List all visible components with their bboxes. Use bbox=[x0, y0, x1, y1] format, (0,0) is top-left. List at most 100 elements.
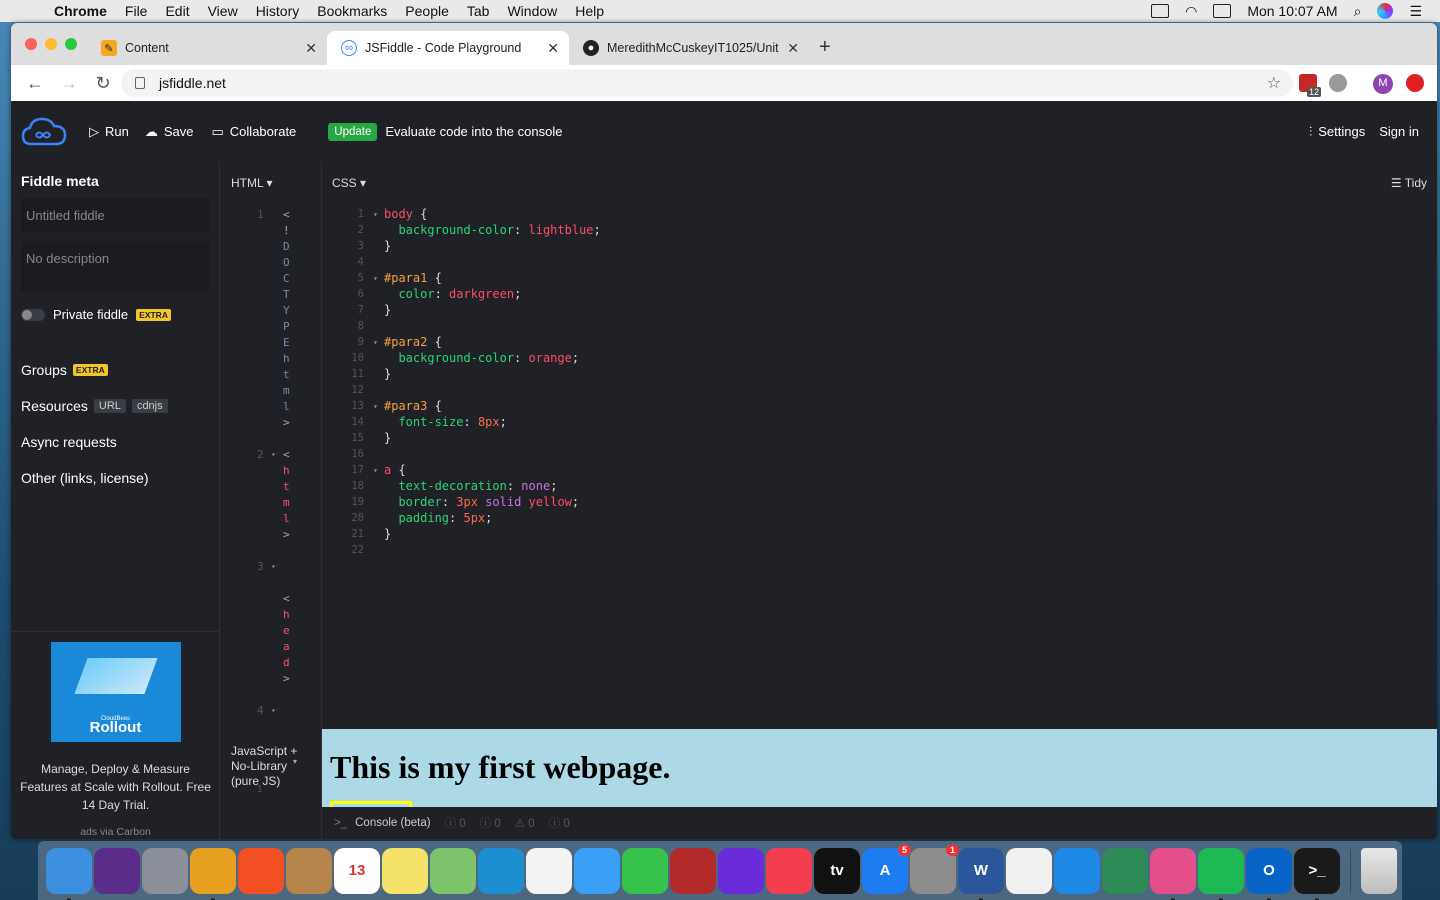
outlook-icon[interactable]: O bbox=[1246, 847, 1292, 900]
spotify-icon[interactable] bbox=[1198, 847, 1244, 900]
fold-arrow-icon[interactable]: ▾ bbox=[271, 562, 276, 571]
battery-icon[interactable] bbox=[1213, 4, 1232, 18]
css-code-line[interactable]: 19 border: 3px solid yellow; bbox=[322, 494, 1437, 510]
clock[interactable]: Mon 10:07 AM bbox=[1247, 3, 1337, 19]
maps-icon[interactable] bbox=[430, 847, 476, 894]
tab-github[interactable]: ● MeredithMcCuskeyIT1025/Unit 6 ✕ bbox=[569, 31, 809, 65]
css-code-line[interactable]: 7} bbox=[322, 302, 1437, 318]
notes-icon[interactable] bbox=[382, 847, 428, 894]
url-pill[interactable]: URL bbox=[93, 399, 126, 413]
fold-arrow-icon[interactable]: ▾ bbox=[373, 399, 378, 415]
css-code-line[interactable]: 3} bbox=[322, 238, 1437, 254]
trash-icon[interactable] bbox=[1361, 847, 1397, 894]
sidebar-item-other[interactable]: Other (links, license) bbox=[21, 460, 219, 496]
extension-bug-icon[interactable] bbox=[1329, 74, 1347, 92]
minimize-window-button[interactable] bbox=[45, 38, 57, 50]
collaborate-button[interactable]: ▭ Collaborate bbox=[212, 124, 297, 140]
run-button[interactable]: ▷ Run bbox=[89, 124, 129, 140]
css-panel-title[interactable]: CSS ▾ bbox=[332, 176, 1437, 190]
messages-icon[interactable] bbox=[574, 847, 620, 894]
fold-arrow-icon[interactable]: ▾ bbox=[373, 271, 378, 287]
photos-icon[interactable] bbox=[526, 847, 572, 894]
sign-in-link[interactable]: Sign in bbox=[1379, 124, 1419, 139]
kindle-icon[interactable] bbox=[478, 847, 524, 894]
menu-bookmarks[interactable]: Bookmarks bbox=[317, 3, 387, 19]
cdnjs-pill[interactable]: cdnjs bbox=[131, 399, 168, 413]
css-code-line[interactable]: 16 bbox=[322, 446, 1437, 462]
css-code-line[interactable]: 1 ▾ body { bbox=[322, 206, 1437, 222]
save-button[interactable]: ☁ Save bbox=[145, 124, 194, 140]
ad-text[interactable]: Manage, Deploy & Measure Features at Sca… bbox=[17, 760, 214, 814]
result-frame[interactable]: This is my first webpage. bbox=[322, 729, 1437, 807]
settings-button[interactable]: ⫶ Settings bbox=[1309, 124, 1365, 140]
menu-view[interactable]: View bbox=[208, 3, 238, 19]
update-badge[interactable]: Update bbox=[328, 122, 378, 141]
close-tab-icon[interactable]: ✕ bbox=[547, 40, 559, 57]
colorpicker-icon[interactable] bbox=[1150, 847, 1196, 900]
facetime-icon[interactable] bbox=[622, 847, 668, 894]
console-bar[interactable]: >_ Console (beta) ⓘ 0 ⓘ 0 ⚠ 0 ⓘ 0 bbox=[322, 807, 1437, 839]
wifi-icon[interactable]: ◠ bbox=[1185, 3, 1197, 20]
siri-menu-icon[interactable] bbox=[1377, 3, 1394, 19]
html-panel[interactable]: HTML ▾ 1 <! D O C T Y P E h t m l >2 ▾ < h t m l >3 ▾ < h e a d >4… bbox=[221, 162, 322, 839]
css-code-line[interactable]: 11} bbox=[322, 366, 1437, 382]
tab-content[interactable]: ✎ Content ✕ bbox=[87, 31, 327, 65]
new-tab-button[interactable]: + bbox=[819, 36, 831, 59]
css-code-line[interactable]: 12 bbox=[322, 382, 1437, 398]
menu-people[interactable]: People bbox=[405, 3, 449, 19]
sidebar-item-groups[interactable]: Groups EXTRA bbox=[21, 352, 219, 388]
extension-update-icon[interactable] bbox=[1406, 74, 1424, 92]
close-tab-icon[interactable]: ✕ bbox=[305, 40, 317, 57]
css-code-line[interactable]: 15} bbox=[322, 430, 1437, 446]
css-code-line[interactable]: 17 ▾ a { bbox=[322, 462, 1437, 478]
css-editor[interactable]: 1 ▾ body {2 background-color: lightblue; 3}… bbox=[322, 206, 1437, 558]
brave-icon[interactable] bbox=[238, 847, 284, 894]
css-code-line[interactable]: 10 background-color: orange; bbox=[322, 350, 1437, 366]
fold-arrow-icon[interactable]: ▾ bbox=[271, 706, 276, 715]
css-code-line[interactable]: 9 ▾ #para2 { bbox=[322, 334, 1437, 350]
systemprefs-icon[interactable]: 1 bbox=[910, 843, 959, 894]
css-code-line[interactable]: 2 background-color: lightblue; bbox=[322, 222, 1437, 238]
appstore-icon[interactable]: A5 bbox=[862, 843, 911, 894]
console-label[interactable]: Console (beta) bbox=[355, 817, 430, 829]
atom-icon[interactable] bbox=[1102, 847, 1148, 894]
css-code-line[interactable]: 5 ▾ #para1 { bbox=[322, 270, 1437, 286]
profile-avatar[interactable]: M bbox=[1373, 74, 1393, 94]
bookmark-star-icon[interactable]: ☆ bbox=[1267, 73, 1281, 93]
css-code-line[interactable]: 14 font-size: 8px; bbox=[322, 414, 1437, 430]
ad-image[interactable]: CloudBees Rollout bbox=[50, 642, 181, 742]
css-code-line[interactable]: 20 padding: 5px; bbox=[322, 510, 1437, 526]
fiddle-description-input[interactable]: No description bbox=[21, 241, 209, 291]
fold-arrow-icon[interactable]: ▾ bbox=[373, 207, 378, 223]
launchpad-icon[interactable] bbox=[142, 847, 188, 894]
carbon-ad[interactable]: CloudBees Rollout Manage, Deploy & Measu… bbox=[11, 631, 220, 839]
fiddle-name-input[interactable]: Untitled fiddle bbox=[21, 198, 209, 232]
tab-jsfiddle[interactable]: ∞ JSFiddle - Code Playground ✕ bbox=[327, 31, 569, 65]
css-code-line[interactable]: 6 color: darkgreen; bbox=[322, 286, 1437, 302]
forward-arrow-icon[interactable]: → bbox=[59, 73, 79, 94]
menu-help[interactable]: Help bbox=[575, 3, 604, 19]
html-panel-title[interactable]: HTML ▾ bbox=[231, 176, 321, 190]
zoom-window-button[interactable] bbox=[65, 38, 77, 50]
lock-icon[interactable] bbox=[135, 77, 145, 89]
jsfiddle-logo-icon[interactable] bbox=[21, 116, 67, 148]
chevron-down-icon[interactable]: ▾ bbox=[293, 754, 297, 769]
chrome-icon[interactable] bbox=[190, 847, 236, 900]
close-window-button[interactable] bbox=[25, 38, 37, 50]
finder-icon[interactable] bbox=[46, 847, 92, 900]
word-icon[interactable]: W bbox=[958, 847, 1004, 900]
css-code-line[interactable]: 8 bbox=[322, 318, 1437, 334]
textedit-icon[interactable] bbox=[1006, 847, 1052, 894]
spotlight-icon[interactable]: ⌕ bbox=[1354, 3, 1362, 20]
menu-tab[interactable]: Tab bbox=[467, 3, 490, 19]
ads-by-carbon[interactable]: ads via Carbon bbox=[11, 826, 220, 838]
reload-icon[interactable]: ↻ bbox=[93, 73, 113, 94]
menu-history[interactable]: History bbox=[256, 3, 300, 19]
notification-center-icon[interactable]: ☰ bbox=[1409, 3, 1422, 20]
back-arrow-icon[interactable]: ← bbox=[25, 73, 45, 94]
contacts-icon[interactable] bbox=[286, 847, 332, 894]
js-panel-header[interactable]: JavaScript + No-Library (pure JS) ▾ 1 bbox=[221, 740, 321, 839]
fold-arrow-icon[interactable]: ▾ bbox=[271, 450, 276, 459]
css-panel[interactable]: CSS ▾ ☰ Tidy 1 ▾ body {2 background-color:… bbox=[322, 162, 1437, 729]
css-code-line[interactable]: 13 ▾ #para3 { bbox=[322, 398, 1437, 414]
